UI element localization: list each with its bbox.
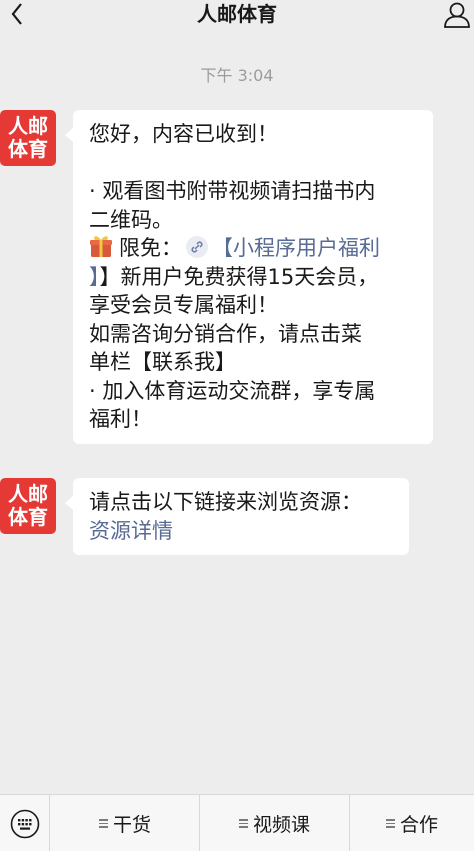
mini-program-link-icon [186,236,208,258]
page-title: 人邮体育 [197,2,277,26]
resource-details-link[interactable]: 资源详情 [89,517,393,546]
menu-item-label: 合作 [399,814,438,836]
profile-button[interactable] [440,0,474,30]
avatar-text-line1: 人邮 [8,482,48,506]
gift-line: 限免： 【小程序用户福利 [89,234,417,263]
user-icon [444,2,470,28]
message-line: 福利！ [89,407,152,431]
message-line: 】】新用户免费获得15天会员， [89,263,417,292]
message-line: · 加入体育运动交流群，享专属 [89,378,376,403]
custom-menu-bar: 干货 视频课 合作 [0,794,474,851]
message-bubble: 请点击以下链接来浏览资源： 资源详情 [65,478,409,555]
message-line: · 观看图书附带视频请扫描书内 [89,179,376,203]
nav-bar: 人邮体育 [0,0,474,30]
mini-program-link-end[interactable]: 】 [89,265,100,289]
menu-item-label: 视频课 [252,814,310,836]
gift-icon [90,236,112,257]
avatar[interactable]: 人邮 体育 [0,110,56,166]
message-line: 单栏【联系我】 [89,350,236,374]
submenu-icon [385,817,395,830]
message-line: 如需咨询分销合作，请点击菜 [89,321,362,346]
avatar-text-line2: 体育 [8,505,48,529]
avatar[interactable]: 人邮 体育 [0,478,56,534]
menu-item-video-course[interactable]: 视频课 [200,795,350,851]
message-bubble: 您好，内容已收到！ · 观看图书附带视频请扫描书内 二维码。 限免： 【小程序用户… [65,110,433,444]
submenu-icon [98,817,108,830]
avatar-text-line2: 体育 [8,137,48,161]
avatar-text-line1: 人邮 [8,114,48,138]
mini-program-link[interactable]: 【小程序用户福利 [212,236,380,260]
menu-item-label: 干货 [112,814,151,836]
menu-item-dry-goods[interactable]: 干货 [51,795,200,851]
message-line [89,149,417,178]
keyboard-toggle-button[interactable] [0,795,50,851]
message-line: 二维码。 [89,207,173,232]
message-timestamp: 下午 3:04 [200,66,274,85]
message-line: 享受会员专属福利！ [89,293,278,317]
message-line-rest: 】新用户免费获得15天会员， [99,264,379,289]
keyboard-icon [10,809,39,838]
message-line: 请点击以下链接来浏览资源： [89,490,362,514]
menu-item-cooperation[interactable]: 合作 [350,795,474,851]
limited-free-label: 限免： [119,236,182,260]
message-line: 您好，内容已收到！ [89,122,278,146]
submenu-icon [238,817,248,830]
